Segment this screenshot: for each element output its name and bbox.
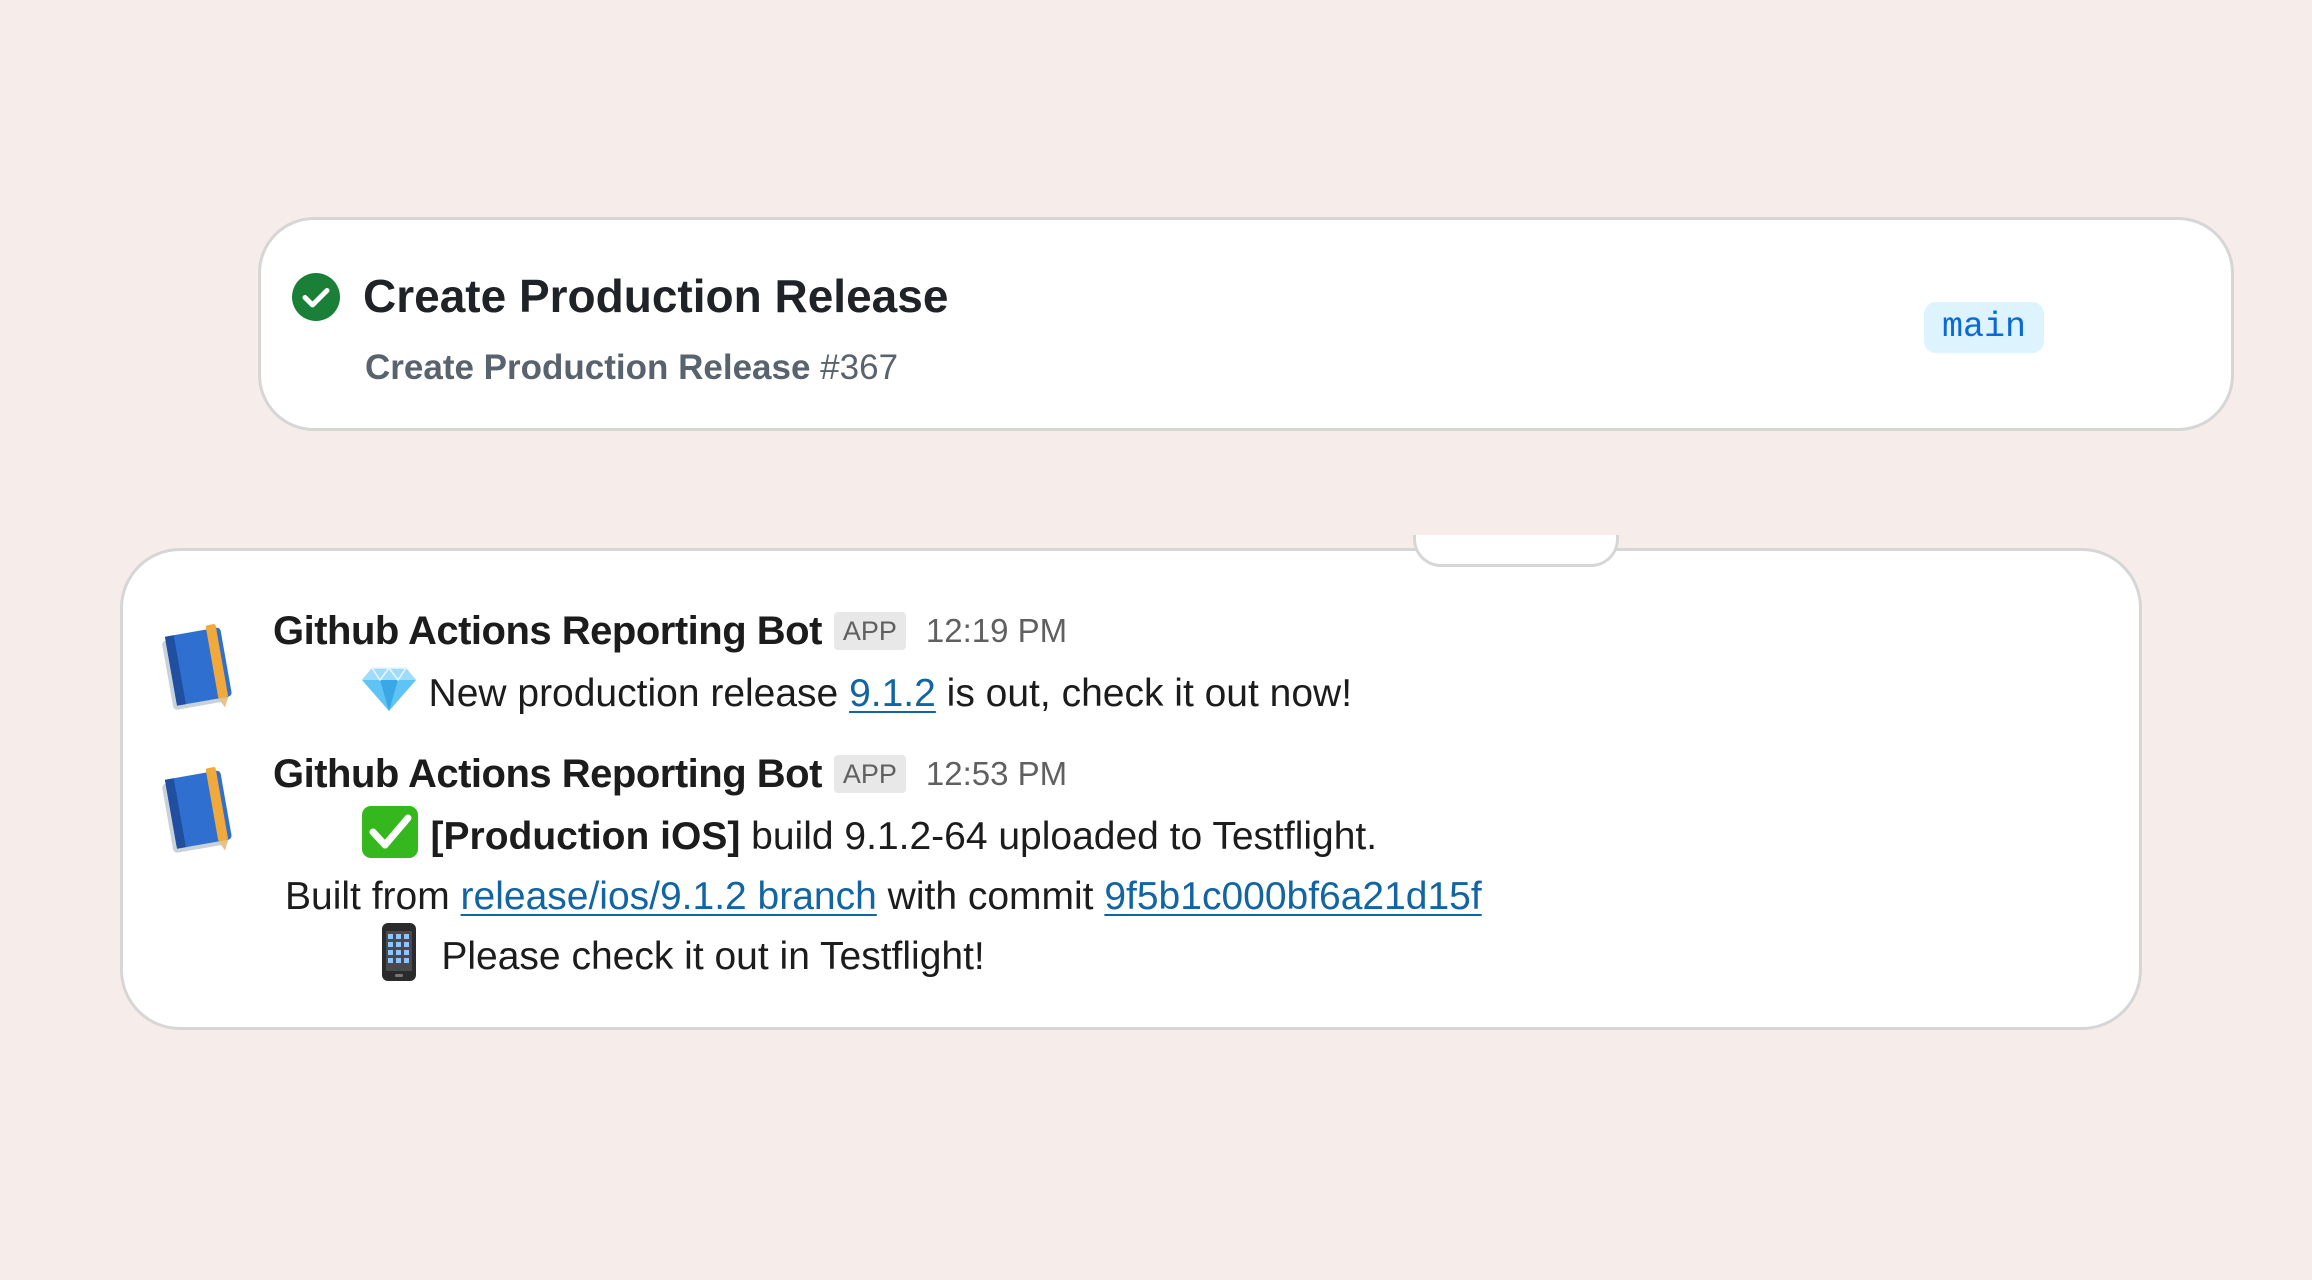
slack-messages-card: Github Actions Reporting Bot APP 12:19 P…: [120, 535, 2142, 1030]
card-top-tab: [1413, 535, 1619, 567]
message-timestamp[interactable]: 12:19 PM: [926, 612, 1067, 650]
branch-link[interactable]: release/ios/9.1.2 branch: [461, 875, 877, 919]
commit-link[interactable]: 9f5b1c000bf6a21d15f: [1104, 875, 1481, 919]
notebook-pencil-icon[interactable]: [153, 762, 249, 858]
message-text: New production release 9.1.2 is out, che…: [273, 665, 1352, 723]
workflow-run-card[interactable]: Create Production Release Create Product…: [258, 217, 2234, 431]
testflight-prompt-text: Please check it out in Testflight!: [419, 935, 985, 978]
workflow-run-number: #367: [820, 348, 899, 387]
message-timestamp[interactable]: 12:53 PM: [926, 755, 1067, 793]
app-badge: APP: [833, 755, 906, 793]
notebook-pencil-icon[interactable]: [153, 619, 249, 715]
platform-label: [Production iOS]: [419, 815, 741, 858]
message-text: Built from release/ios/9.1.2 branch with…: [285, 868, 1482, 926]
mobile-phone-icon: [291, 878, 420, 1036]
workflow-run-name: Create Production Release: [365, 348, 811, 387]
version-link[interactable]: 9.1.2: [849, 672, 936, 716]
message-text: Please check it out in Testflight!: [291, 923, 985, 986]
build-status-text: build 9.1.2-64 uploaded to Testflight.: [740, 815, 1378, 858]
with-commit-text: with commit: [876, 875, 1105, 918]
app-badge: APP: [833, 612, 906, 650]
check-circle-icon: [292, 273, 340, 321]
message-text-before: New production release: [417, 672, 850, 715]
workflow-title[interactable]: Create Production Release: [363, 268, 948, 324]
workflow-run-label[interactable]: Create Production Release #367: [365, 346, 898, 390]
message-text-after: is out, check it out now!: [935, 672, 1353, 715]
branch-badge[interactable]: main: [1924, 302, 2045, 353]
message-text: [Production iOS] build 9.1.2-64 uploaded…: [273, 806, 1378, 866]
